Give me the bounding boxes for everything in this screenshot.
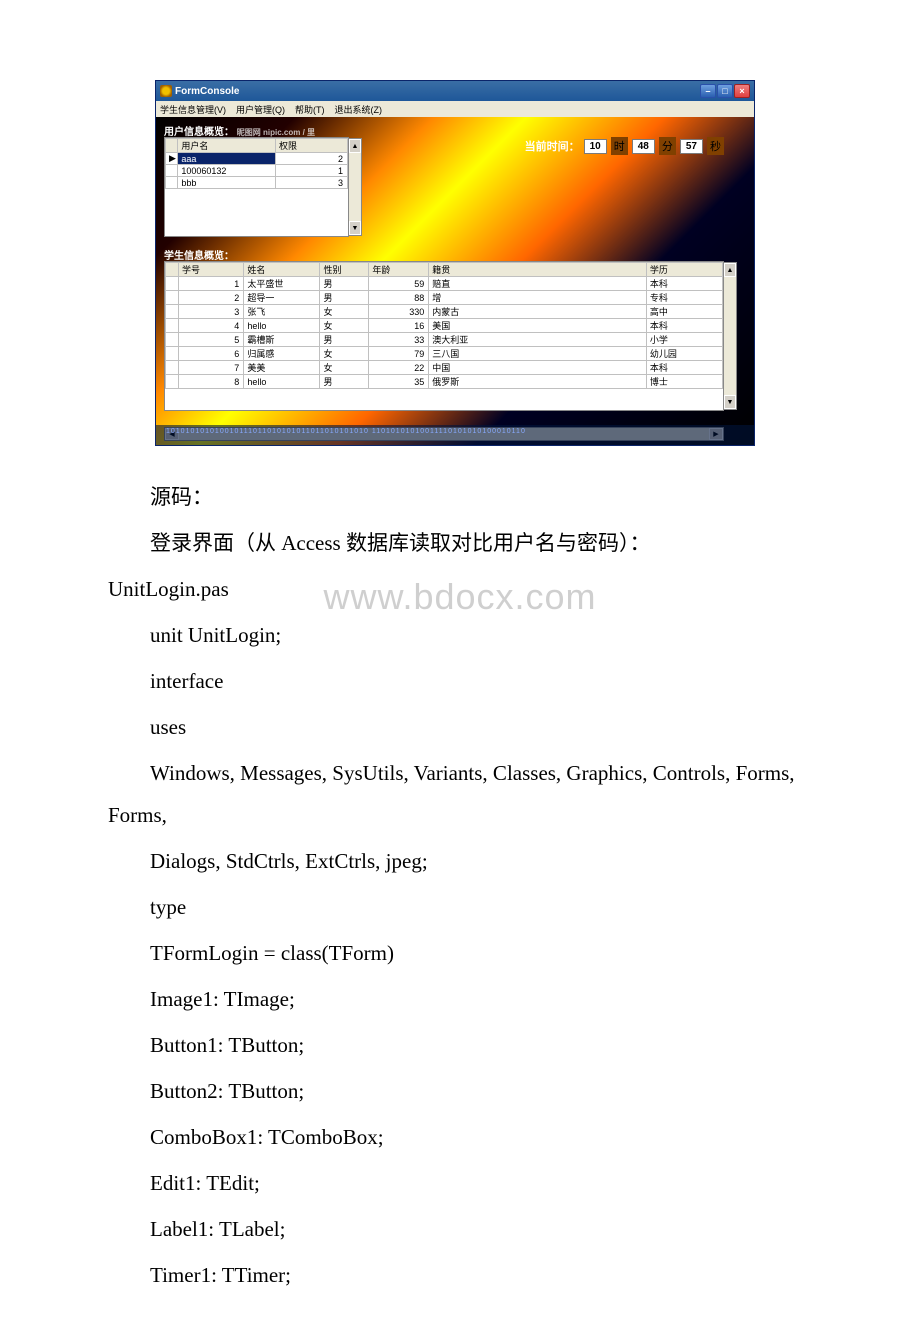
scroll-up-icon[interactable]: ▲ <box>349 139 361 153</box>
table-row[interactable]: 2超导一男88增专科 <box>166 291 723 305</box>
col-education[interactable]: 学历 <box>646 263 722 277</box>
minimize-button[interactable]: – <box>700 84 716 98</box>
students-scrollbar-v[interactable]: ▲ ▼ <box>723 262 737 410</box>
app-window: FormConsole – □ × 学生信息管理(V) 用户管理(Q) 帮助(T… <box>155 80 755 446</box>
menu-help[interactable]: 帮助(T) <box>295 103 325 116</box>
code-line: Button2: TButton; <box>108 1070 812 1112</box>
table-row[interactable]: 1000601321 <box>166 165 348 177</box>
login-intro: 登录界面（从 Access 数据库读取对比用户名与密码）： <box>108 522 812 564</box>
col-indicator <box>166 139 178 153</box>
code-line: unit UnitLogin; <box>108 614 812 656</box>
col-student-id[interactable]: 学号 <box>179 263 244 277</box>
code-line: uses <box>108 706 812 748</box>
time-minute-unit: 分 <box>659 137 676 155</box>
time-hour-unit: 时 <box>611 137 628 155</box>
table-row[interactable]: ▶aaa2 <box>166 153 348 165</box>
code-line: interface <box>108 660 812 702</box>
menubar: 学生信息管理(V) 用户管理(Q) 帮助(T) 退出系统(Z) <box>156 101 754 117</box>
titlebar: FormConsole – □ × <box>156 81 754 101</box>
col-gender[interactable]: 性别 <box>320 263 369 277</box>
time-second-unit: 秒 <box>707 137 724 155</box>
scroll-down-icon[interactable]: ▼ <box>349 221 361 235</box>
app-icon <box>160 85 172 97</box>
code-line: Image1: TImage; <box>108 978 812 1020</box>
source-code-label: 源码： <box>108 476 812 518</box>
users-section-label: 用户信息概览： 昵图网 nipic.com / 里 <box>164 123 315 138</box>
current-time-panel: 当前时间： 10 时 48 分 57 秒 <box>525 137 724 155</box>
document-body: www.bdocx.com 源码： 登录界面（从 Access 数据库读取对比用… <box>0 466 920 1340</box>
screenshot-figure: FormConsole – □ × 学生信息管理(V) 用户管理(Q) 帮助(T… <box>0 0 920 466</box>
window-title: FormConsole <box>175 86 239 97</box>
binary-decoration: 1010101010100101110110101010110110101010… <box>156 425 754 445</box>
table-row[interactable]: 8hello男35俄罗斯博士 <box>166 375 723 389</box>
time-second: 57 <box>680 139 703 154</box>
code-line: ComboBox1: TComboBox; <box>108 1116 812 1158</box>
table-row[interactable]: 5霸槽斯男33澳大利亚小学 <box>166 333 723 347</box>
code-line-cont: Forms, <box>108 794 812 836</box>
users-scrollbar[interactable]: ▲ ▼ <box>348 138 362 236</box>
col-username[interactable]: 用户名 <box>178 139 276 153</box>
code-line: Timer1: TTimer; <box>108 1254 812 1296</box>
code-line: TFormLogin = class(TForm) <box>108 932 812 974</box>
code-line: Dialogs, StdCtrls, ExtCtrls, jpeg; <box>108 840 812 882</box>
code-line: Windows, Messages, SysUtils, Variants, C… <box>108 752 812 794</box>
menu-student-info[interactable]: 学生信息管理(V) <box>160 103 226 116</box>
close-button[interactable]: × <box>734 84 750 98</box>
login-filename: UnitLogin.pas <box>108 568 812 610</box>
col-origin[interactable]: 籍贯 <box>429 263 647 277</box>
maximize-button[interactable]: □ <box>717 84 733 98</box>
table-row[interactable]: 4hello女16美国本科 <box>166 319 723 333</box>
col-age[interactable]: 年龄 <box>369 263 429 277</box>
time-label: 当前时间： <box>525 138 580 154</box>
scroll-up-icon[interactable]: ▲ <box>724 263 736 277</box>
students-section-label: 学生信息概览： <box>164 247 234 262</box>
scroll-down-icon[interactable]: ▼ <box>724 395 736 409</box>
time-hour: 10 <box>584 139 607 154</box>
table-row[interactable]: 6归属感女79三八国幼儿园 <box>166 347 723 361</box>
menu-exit[interactable]: 退出系统(Z) <box>335 103 383 116</box>
col-name[interactable]: 姓名 <box>244 263 320 277</box>
table-row[interactable]: bbb3 <box>166 177 348 189</box>
code-line: type <box>108 886 812 928</box>
menu-user-mgmt[interactable]: 用户管理(Q) <box>236 103 285 116</box>
code-line: Edit1: TEdit; <box>108 1162 812 1204</box>
col-permission[interactable]: 权限 <box>276 139 348 153</box>
client-area: 用户信息概览： 昵图网 nipic.com / 里 当前时间： 10 时 48 … <box>156 117 754 445</box>
code-line: Label1: TLabel; <box>108 1208 812 1250</box>
table-row[interactable]: 1太平盛世男59赔直本科 <box>166 277 723 291</box>
code-line: Button1: TButton; <box>108 1024 812 1066</box>
table-row[interactable]: 7美美女22中国本科 <box>166 361 723 375</box>
col-indicator <box>166 263 179 277</box>
time-minute: 48 <box>632 139 655 154</box>
users-grid[interactable]: 用户名 权限 ▶aaa21000601321bbb3 ▲ ▼ <box>164 137 349 237</box>
table-row[interactable]: 3张飞女330内蒙古高中 <box>166 305 723 319</box>
students-grid[interactable]: 学号 姓名 性别 年龄 籍贯 学历 1太平盛世男59赔直本科2超导一男88增专科… <box>164 261 724 411</box>
